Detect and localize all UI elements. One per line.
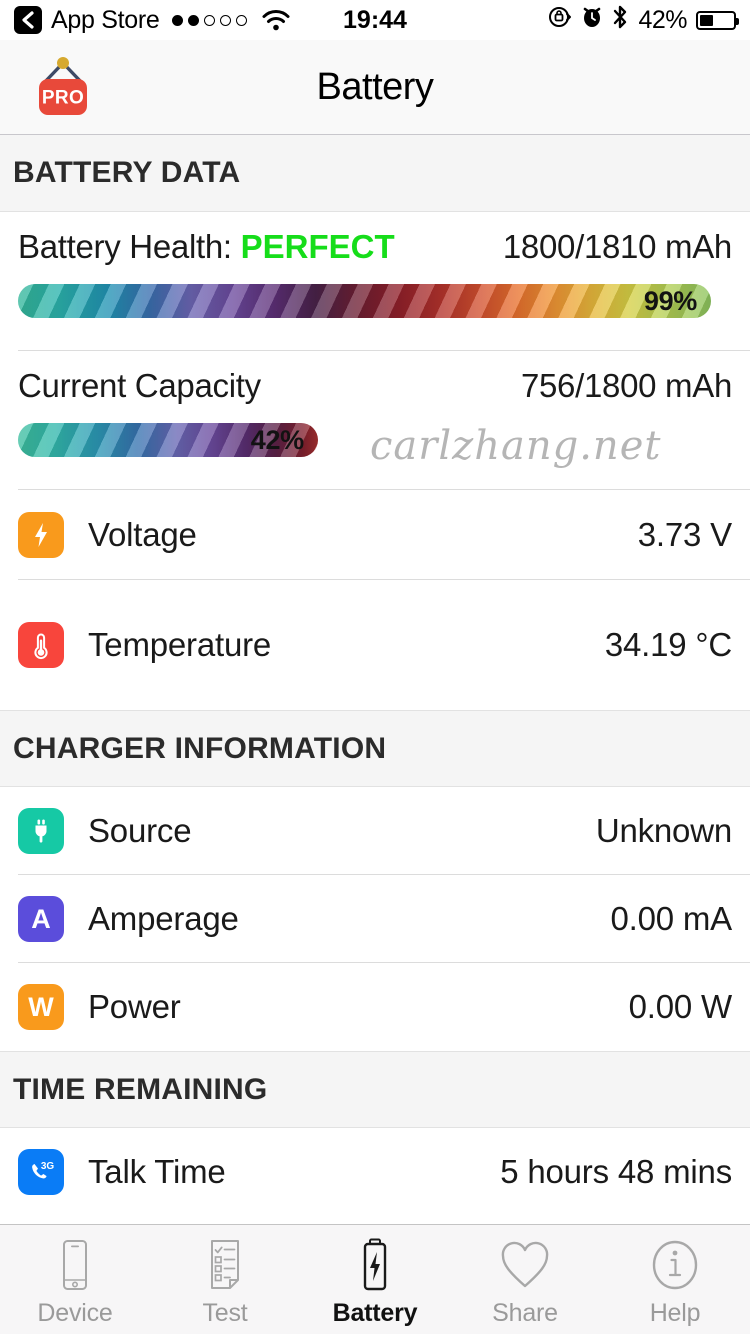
- amperage-letter-icon: A: [18, 896, 64, 942]
- signal-dot: [188, 14, 200, 26]
- power-letter-icon: W: [18, 984, 64, 1030]
- battery-bolt-icon: [357, 1238, 393, 1292]
- row-temperature[interactable]: Temperature 34.19 °C: [0, 580, 750, 710]
- battery-health-percent: 99%: [643, 285, 697, 316]
- row-value: 5 hours 48 mins: [500, 1153, 732, 1190]
- battery-health-bar-wrap: 99%: [0, 274, 750, 336]
- app-screen: App Store 19:44 42% PRO Battery BATTERY …: [0, 0, 750, 1334]
- tab-label: Test: [202, 1298, 248, 1327]
- battery-health-progress-bar: 99%: [18, 284, 711, 318]
- site-watermark: carlzhang.net: [370, 423, 662, 469]
- section-header-charger-information: CHARGER INFORMATION: [0, 710, 750, 787]
- current-capacity-label: Current Capacity: [18, 367, 261, 404]
- current-capacity-percent: 42%: [250, 424, 304, 455]
- status-battery-fill: [700, 14, 714, 26]
- icon-letter: A: [31, 903, 51, 934]
- status-battery-icon: [696, 10, 739, 30]
- phone-device-icon: [53, 1238, 97, 1292]
- wifi-icon: [261, 9, 291, 31]
- row-value: Unknown: [595, 812, 732, 849]
- row-value: 0.00 mA: [610, 900, 733, 937]
- row-value: 3.73 V: [637, 516, 732, 553]
- lightning-bolt-icon: [18, 512, 64, 558]
- signal-dot: [220, 14, 232, 26]
- tab-share[interactable]: Share: [450, 1225, 600, 1334]
- rotation-lock-icon: [548, 5, 572, 36]
- section-header-time-remaining: TIME REMAINING: [0, 1051, 750, 1128]
- battery-health-value: 1800/1810 mAh: [502, 228, 732, 265]
- tab-help[interactable]: Help: [600, 1225, 750, 1334]
- tab-bar: Device Test Battery Share Help: [0, 1224, 750, 1334]
- current-capacity-header: Current Capacity 756/1800 mAh: [0, 351, 750, 413]
- status-bar-right: 42%: [548, 4, 739, 37]
- info-circle-icon: [650, 1238, 700, 1292]
- row-label: Talk Time: [88, 1153, 226, 1190]
- status-bar-left: App Store: [14, 6, 291, 35]
- section-header-battery-data: BATTERY DATA: [0, 135, 750, 212]
- current-capacity-block: Current Capacity 756/1800 mAh 42% carlzh…: [0, 351, 750, 490]
- current-capacity-progress-bar: 42%: [18, 423, 318, 457]
- status-bar: App Store 19:44 42%: [0, 0, 750, 40]
- bluetooth-icon: [612, 4, 629, 37]
- power-plug-icon: [18, 808, 64, 854]
- row-value: 34.19 °C: [604, 626, 732, 663]
- signal-strength-dots: [172, 14, 248, 26]
- thermometer-icon: [18, 622, 64, 668]
- navigation-bar: PRO Battery: [0, 40, 750, 135]
- current-capacity-bar-wrap: 42% carlzhang.net: [0, 413, 750, 475]
- section-title: BATTERY DATA: [13, 156, 241, 189]
- row-amperage[interactable]: A Amperage 0.00 mA: [0, 875, 750, 963]
- svg-text:3G: 3G: [41, 1161, 55, 1172]
- signal-dot: [204, 14, 216, 26]
- status-battery-percent: 42%: [638, 5, 687, 34]
- row-power[interactable]: W Power 0.00 W: [0, 963, 750, 1051]
- row-source[interactable]: Source Unknown: [0, 787, 750, 875]
- row-talk-time[interactable]: 3G Talk Time 5 hours 48 mins: [0, 1128, 750, 1216]
- row-value: 0.00 W: [628, 988, 733, 1025]
- battery-health-block: Battery Health: PERFECT 1800/1810 mAh 99…: [0, 212, 750, 351]
- signal-dot: [172, 14, 184, 26]
- bar-stripe-overlay: [18, 284, 711, 318]
- alarm-clock-icon: [581, 5, 603, 36]
- battery-health-label-text: Battery Health:: [18, 228, 241, 265]
- row-label: Voltage: [88, 516, 197, 553]
- row-label: Amperage: [88, 900, 239, 937]
- row-voltage[interactable]: Voltage 3.73 V: [0, 490, 750, 580]
- current-capacity-value: 756/1800 mAh: [520, 367, 732, 404]
- tab-label: Help: [649, 1298, 701, 1327]
- heart-icon: [499, 1238, 551, 1292]
- section-title: CHARGER INFORMATION: [13, 731, 387, 765]
- icon-letter: W: [28, 991, 54, 1022]
- section-title: TIME REMAINING: [13, 1072, 268, 1106]
- signal-dot: [236, 14, 248, 26]
- battery-health-header: Battery Health: PERFECT 1800/1810 mAh: [0, 212, 750, 274]
- checklist-icon: [202, 1238, 248, 1292]
- battery-health-status: PERFECT: [240, 228, 395, 265]
- row-label: Source: [88, 812, 192, 849]
- battery-health-label: Battery Health: PERFECT: [18, 228, 395, 266]
- phone-3g-icon: 3G: [18, 1149, 64, 1195]
- tab-label: Device: [37, 1298, 113, 1327]
- row-label: Power: [88, 988, 181, 1025]
- tab-battery[interactable]: Battery: [300, 1225, 450, 1334]
- chevron-left-icon[interactable]: [14, 6, 42, 34]
- page-title: Battery: [316, 65, 434, 108]
- row-label: Temperature: [88, 626, 272, 663]
- tab-label: Share: [492, 1298, 558, 1327]
- tab-device[interactable]: Device: [0, 1225, 150, 1334]
- tab-label: Battery: [332, 1298, 418, 1327]
- tab-test[interactable]: Test: [150, 1225, 300, 1334]
- back-to-app-label[interactable]: App Store: [51, 6, 160, 35]
